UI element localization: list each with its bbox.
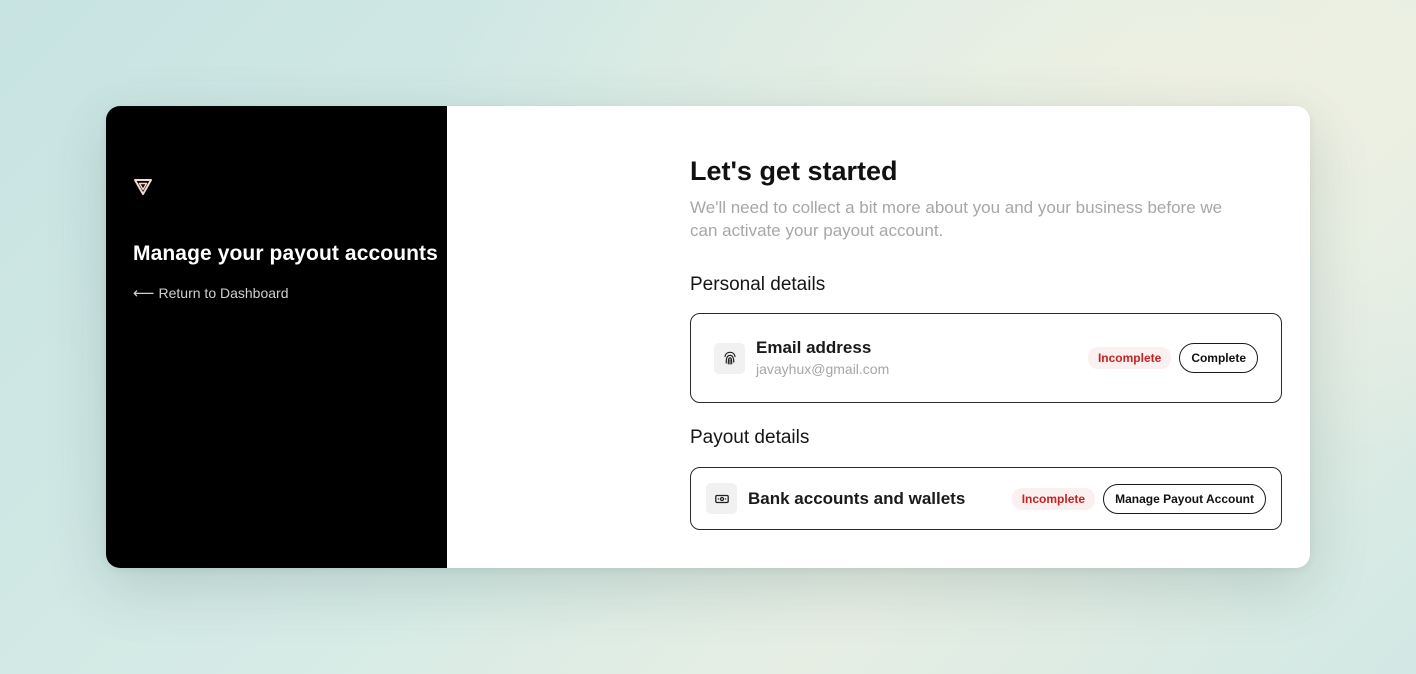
personal-details-heading: Personal details	[690, 274, 826, 295]
complete-button[interactable]: Complete	[1179, 343, 1258, 373]
email-address-value: javayhux@gmail.com	[756, 361, 890, 377]
main-panel: Let's get started We'll need to collect …	[447, 106, 1310, 568]
page-subtitle: We'll need to collect a bit more about y…	[690, 198, 1223, 240]
manage-payout-account-button[interactable]: Manage Payout Account	[1103, 483, 1266, 514]
email-address-row: Email address javayhux@gmail.com Incompl…	[690, 313, 1282, 403]
return-to-dashboard-link[interactable]: ⟵ Return to Dashboard	[133, 284, 288, 302]
payout-details-heading: Payout details	[690, 427, 810, 448]
return-to-dashboard-label: Return to Dashboard	[158, 285, 289, 301]
sidebar-title: Manage your payout accounts	[133, 242, 438, 265]
fingerprint-icon	[714, 342, 745, 374]
status-badge: Incomplete	[1087, 347, 1172, 369]
onboarding-card: Manage your payout accounts ⟵ Return to …	[106, 106, 1310, 568]
email-address-label: Email address	[756, 338, 872, 357]
email-text-group: Email address javayhux@gmail.com	[756, 337, 889, 379]
sidebar: Manage your payout accounts ⟵ Return to …	[106, 106, 447, 568]
email-actions: Incomplete Complete	[1087, 343, 1258, 373]
status-badge: Incomplete	[1011, 487, 1096, 510]
page-title: Let's get started	[690, 156, 898, 186]
bank-actions: Incomplete Manage Payout Account	[1011, 483, 1266, 514]
main-content: Let's get started We'll need to collect …	[690, 154, 1284, 530]
bank-accounts-label: Bank accounts and wallets	[748, 488, 966, 508]
arrow-left-icon: ⟵	[133, 285, 155, 302]
banknote-icon	[706, 483, 737, 514]
bank-accounts-row: Bank accounts and wallets Incomplete Man…	[690, 467, 1282, 530]
triangle-logo-icon	[134, 179, 152, 195]
